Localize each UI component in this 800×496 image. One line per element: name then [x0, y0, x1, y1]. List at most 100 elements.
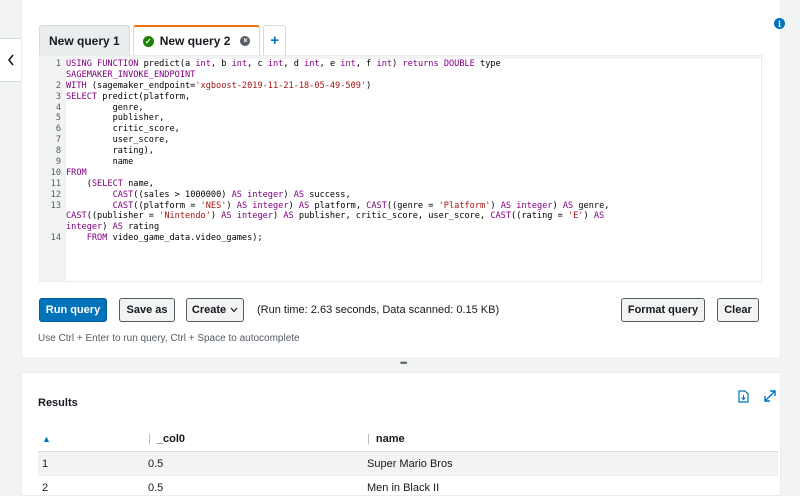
code-token: type: [480, 59, 501, 69]
line-number: [40, 211, 61, 222]
code-line: SAGEMAKER_INVOKE_ENDPOINT: [66, 70, 761, 81]
code-token: (sagemaker_endpoint=: [91, 80, 196, 91]
results-table: ▲ | _col0 | name 1 0.5 Super Mario Bros …: [38, 426, 778, 496]
code-token: ((publisher =: [86, 211, 160, 222]
code-token: user_score,: [66, 135, 170, 146]
code-token: ): [226, 200, 237, 211]
code-token: platform,: [314, 200, 367, 211]
sql-keyword: AS: [593, 211, 605, 222]
resize-handle[interactable]: •••: [400, 358, 408, 368]
create-dropdown[interactable]: Create: [186, 298, 244, 322]
sql-keyword: CAST: [112, 189, 134, 200]
line-number: 9: [55, 157, 61, 168]
sort-ascending-icon: ▲: [42, 433, 51, 444]
line-number: 8: [55, 146, 61, 157]
sql-string: 'E': [567, 211, 584, 222]
code-token: ): [552, 200, 563, 211]
code-token: ): [273, 211, 284, 222]
results-title: Results: [38, 397, 78, 409]
keyboard-hint: Use Ctrl + Enter to run query, Ctrl + Sp…: [38, 333, 300, 344]
cell-name: Men in Black II: [367, 481, 440, 494]
sql-string: 'Nintendo': [159, 211, 211, 222]
info-icon[interactable]: i: [774, 18, 785, 29]
save-as-button[interactable]: Save as: [119, 298, 175, 322]
collapse-panel-handle[interactable]: [0, 38, 22, 82]
code-token: , d: [283, 59, 305, 69]
sql-keyword: integer: [66, 222, 103, 233]
run-query-button[interactable]: Run query: [39, 298, 107, 322]
line-number: 1: [55, 59, 61, 69]
table-row: 1 0.5 Super Mario Bros: [38, 452, 778, 476]
code-token: ): [283, 189, 294, 200]
row-index: 2: [42, 481, 49, 494]
code-token: predict(platform,: [102, 91, 191, 102]
add-tab-button[interactable]: +: [263, 25, 287, 55]
code-line: CAST((platform = 'NES') AS integer) AS p…: [66, 201, 761, 212]
line-number: 12: [50, 189, 61, 200]
sql-keyword: AS: [283, 211, 299, 222]
code-token: publisher,: [66, 113, 165, 124]
sql-keyword: SELECT: [66, 91, 103, 102]
sql-keyword: AS integer: [236, 200, 289, 211]
sort-column-header[interactable]: ▲: [42, 426, 51, 451]
code-line: (SELECT name,: [66, 179, 761, 190]
line-number: 6: [55, 124, 61, 135]
code-token: , f: [355, 59, 377, 69]
clear-button[interactable]: Clear: [717, 298, 759, 322]
code-token: ): [210, 211, 222, 222]
code-token: , e: [319, 59, 341, 69]
code-token: ): [392, 59, 403, 69]
tab-label: New query 2: [159, 34, 231, 48]
column-divider: |: [367, 432, 370, 445]
code-area[interactable]: USING FUNCTION predict(a int, b int, c i…: [66, 59, 761, 281]
chevron-left-icon: [7, 54, 14, 66]
create-label: Create: [191, 304, 227, 316]
code-line: user_score,: [66, 135, 761, 146]
download-file-icon[interactable]: [738, 390, 749, 406]
tab-new-query-2[interactable]: ✓ New query 2 ×: [132, 25, 261, 55]
sql-keyword: SAGEMAKER_INVOKE_ENDPOINT: [66, 69, 196, 80]
code-token: rating: [128, 222, 160, 233]
code-token: ): [366, 80, 372, 91]
sql-keyword: CAST: [66, 211, 87, 222]
tab-label: New query 1: [49, 33, 120, 48]
code-line: FROM video_game_data.video_games);: [66, 233, 761, 244]
code-token: , c: [247, 59, 268, 69]
sql-string: 'NES': [200, 200, 227, 211]
expand-icon[interactable]: [764, 390, 776, 405]
tab-new-query-1[interactable]: New query 1: [39, 25, 130, 55]
line-number: 2: [55, 80, 61, 91]
chevron-down-icon: [230, 307, 238, 313]
column-label: name: [375, 432, 405, 445]
table-header: ▲ | _col0 | name: [38, 426, 778, 452]
sql-keyword: AS integer: [231, 189, 284, 200]
sql-string: 'xgboost-2019-11-21-18-05-49-509': [195, 80, 367, 91]
column-header-name[interactable]: | name: [367, 426, 405, 451]
format-query-button[interactable]: Format query: [621, 298, 705, 322]
sql-keyword: AS: [293, 189, 310, 200]
column-header-col0[interactable]: | _col0: [148, 426, 185, 451]
plus-icon: +: [270, 32, 280, 49]
code-line: CAST((publisher = 'Nintendo') AS integer…: [66, 211, 761, 222]
code-line: integer) AS rating: [66, 222, 761, 233]
table-row: 2 0.5 Men in Black II: [38, 476, 778, 496]
code-line: publisher,: [66, 113, 761, 124]
expand-arrows-icon: [764, 390, 776, 402]
code-token: ): [583, 211, 594, 222]
code-token: name: [66, 157, 134, 168]
code-line: USING FUNCTION predict(a int, b int, c i…: [66, 59, 761, 70]
check-icon: ✓: [142, 35, 154, 47]
code-line: rating),: [66, 146, 761, 157]
code-line: name: [66, 157, 761, 168]
code-token: , b: [210, 59, 232, 69]
code-token: (: [66, 178, 92, 189]
sql-keyword: FROM: [86, 233, 113, 244]
sql-keyword: int: [267, 59, 284, 69]
code-token: predict(a: [143, 59, 196, 69]
sql-code-editor[interactable]: 1 2 3 4 5 6 7 8 9 10 11 12 13 14 USING FUNCTION predi…: [39, 55, 762, 282]
code-token: ((platform =: [133, 200, 201, 211]
close-icon[interactable]: ×: [240, 36, 251, 46]
clear-label: Clear: [724, 304, 752, 316]
column-label: _col0: [156, 432, 185, 445]
